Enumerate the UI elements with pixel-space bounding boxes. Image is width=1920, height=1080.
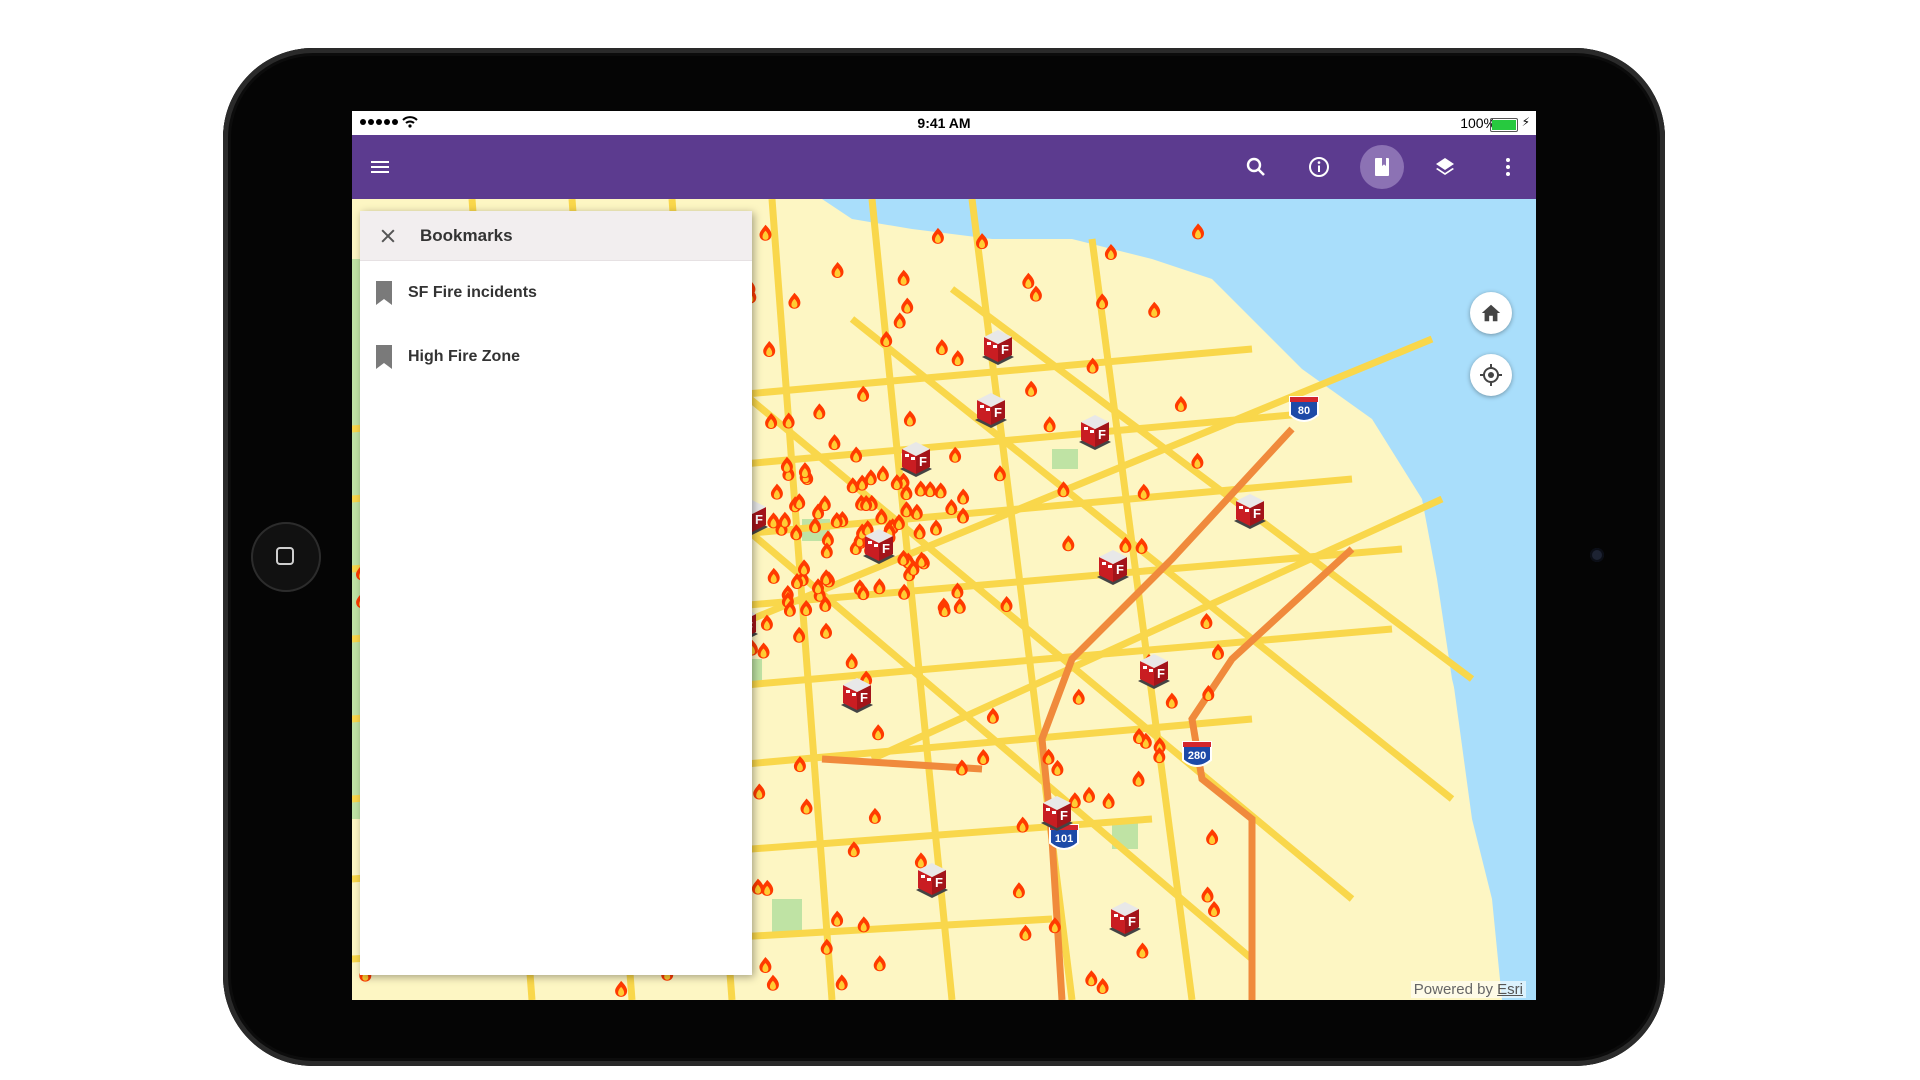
bookmark-icon — [376, 281, 392, 305]
menu-button[interactable] — [358, 145, 402, 189]
bookmark-item-high-fire-zone[interactable]: High Fire Zone — [360, 325, 752, 389]
shield-101-label: 101 — [1055, 833, 1073, 845]
more-vert-icon — [1506, 158, 1510, 176]
locate-icon — [1480, 364, 1502, 386]
more-options-button[interactable] — [1486, 145, 1530, 189]
search-button[interactable] — [1234, 145, 1278, 189]
status-time: 9:41 AM — [917, 115, 971, 131]
close-bookmarks-button[interactable] — [366, 214, 410, 258]
home-button[interactable] — [1470, 292, 1512, 334]
bookmark-label: SF Fire incidents — [408, 284, 537, 301]
info-icon — [1309, 157, 1329, 177]
device-home-button[interactable] — [251, 522, 321, 592]
layers-button[interactable] — [1423, 145, 1467, 189]
bookmarks-title: Bookmarks — [420, 225, 513, 245]
layers-icon — [1436, 158, 1454, 175]
status-bar: 9:41 AM 100% ⚡ — [352, 111, 1536, 135]
map-controls — [1470, 292, 1512, 416]
bookmark-icon — [376, 345, 392, 369]
attribution-prefix: Powered by — [1413, 981, 1493, 998]
bookmark-icon — [1375, 158, 1389, 176]
charging-icon: ⚡ — [1521, 115, 1530, 129]
search-icon — [1246, 157, 1265, 176]
app-screen: 9:41 AM 100% ⚡ 80 280 101 Powered by Esr… — [352, 111, 1536, 1000]
shield-280-label: 280 — [1188, 750, 1206, 762]
bookmarks-button[interactable] — [1360, 145, 1404, 189]
bookmarks-panel-header: Bookmarks — [360, 211, 752, 261]
bookmark-item-sf-fire-incidents[interactable]: SF Fire incidents — [360, 261, 752, 325]
battery-icon — [1490, 118, 1518, 132]
home-icon — [1481, 304, 1501, 322]
menu-icon — [371, 161, 389, 173]
esri-link[interactable]: Esri — [1497, 981, 1523, 998]
close-icon — [381, 228, 395, 243]
map-attribution: Powered by Esri — [1410, 981, 1526, 998]
app-toolbar — [352, 135, 1536, 199]
bookmark-label: High Fire Zone — [408, 348, 520, 365]
info-button[interactable] — [1297, 145, 1341, 189]
device-camera — [1590, 548, 1604, 562]
shield-80-label: 80 — [1298, 405, 1310, 417]
locate-button[interactable] — [1470, 354, 1512, 396]
bookmarks-panel: Bookmarks SF Fire incidents High Fire Zo… — [360, 211, 752, 975]
